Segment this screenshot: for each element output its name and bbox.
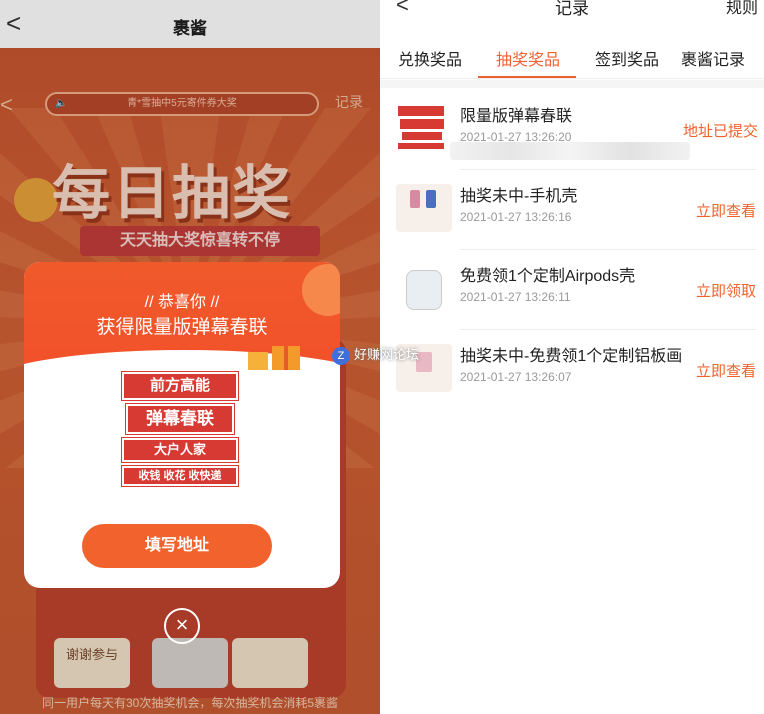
record-row[interactable]: 抽奖未中-免费领1个定制铝板画 2021-01-27 13:26:07 立即查看 xyxy=(380,330,764,410)
page-title: 记录 xyxy=(555,0,589,18)
forum-watermark: Z 好赚网论坛 xyxy=(332,344,419,365)
record-name: 抽奖未中-免费领1个定制铝板画 xyxy=(460,348,683,365)
active-tab-indicator xyxy=(478,76,576,78)
record-row[interactable]: 限量版弹幕春联 2021-01-27 13:26:20 地址已提交 xyxy=(380,90,764,170)
tab-exchange[interactable]: 兑换奖品 xyxy=(398,46,462,70)
couplet-thumb-bar xyxy=(398,143,444,149)
record-name: 限量版弹幕春联 xyxy=(460,108,573,125)
records-page: < 记录 规则 兑换奖品 抽奖奖品 签到奖品 裹酱记录 限量版弹幕春联 2021… xyxy=(380,0,764,714)
prize-title: 获得限量版弹幕春联 xyxy=(96,317,268,338)
record-time: 2021-01-27 13:26:11 xyxy=(460,290,571,304)
record-status[interactable]: 地址已提交 xyxy=(683,120,758,141)
congrats-text: // 恭喜你 // xyxy=(24,288,340,312)
sparkle-right-icon: // xyxy=(210,294,220,311)
couplet-line-3: 大户人家 xyxy=(122,438,238,462)
record-status[interactable]: 立即查看 xyxy=(696,200,756,221)
rules-link[interactable]: 规则 xyxy=(726,0,758,18)
record-time: 2021-01-27 13:26:07 xyxy=(460,370,572,384)
prize-modal: // 恭喜你 // 获得限量版弹幕春联 前方高能 弹幕春联 大户人家 收钱 收花… xyxy=(24,262,340,588)
section-gap xyxy=(380,80,764,88)
record-thumbnail xyxy=(396,264,452,312)
record-row[interactable]: 抽奖未中-手机壳 2021-01-27 13:26:16 立即查看 xyxy=(380,170,764,250)
gift-box-icon xyxy=(248,346,300,370)
fill-address-button[interactable]: 填写地址 xyxy=(82,524,272,568)
couplet-line-2: 弹幕春联 xyxy=(126,404,234,434)
airpods-case-thumb xyxy=(406,270,442,310)
record-thumbnail xyxy=(396,184,452,232)
phone-case-thumb xyxy=(426,190,437,208)
phone-case-thumb xyxy=(410,190,420,208)
record-thumbnail xyxy=(396,104,452,152)
couplet-line-4: 收钱 收花 收快递 xyxy=(122,466,238,486)
record-time: 2021-01-27 13:26:16 xyxy=(460,210,572,224)
record-row[interactable]: 免费领1个定制Airpods壳 2021-01-27 13:26:11 立即领取 xyxy=(380,250,764,330)
tab-lottery[interactable]: 抽奖奖品 xyxy=(496,46,560,70)
sparkle-left-icon: // xyxy=(144,294,154,311)
couplet-line-1: 前方高能 xyxy=(122,372,238,400)
couplet-thumb-bar xyxy=(398,106,444,116)
record-status[interactable]: 立即领取 xyxy=(696,280,756,301)
record-name: 抽奖未中-手机壳 xyxy=(460,188,578,205)
watermark-logo-icon: Z xyxy=(332,347,350,365)
blurred-address xyxy=(450,142,690,160)
congrats-label: 恭喜你 xyxy=(157,294,206,311)
record-status[interactable]: 立即查看 xyxy=(696,360,756,381)
tab-signin[interactable]: 签到奖品 xyxy=(595,46,659,70)
lottery-page: < 裹酱 < 🔈 青*雪抽中5元寄件券大奖 记录 每日抽奖 天天抽大奖惊喜转不停… xyxy=(0,0,380,714)
watermark-text: 好赚网论坛 xyxy=(354,347,420,362)
right-nav-bar: < 记录 规则 xyxy=(380,0,764,34)
record-tabs: 兑换奖品 抽奖奖品 签到奖品 裹酱记录 xyxy=(380,34,764,79)
close-icon[interactable]: × xyxy=(164,608,200,644)
couplet-thumb-bar xyxy=(400,119,444,129)
record-name: 免费领1个定制Airpods壳 xyxy=(460,268,636,285)
tab-guojiang-record[interactable]: 裹酱记录 xyxy=(681,46,745,70)
couplet-thumb-bar xyxy=(402,132,442,140)
couplet-image: 前方高能 弹幕春联 大户人家 收钱 收花 收快递 xyxy=(120,372,240,490)
